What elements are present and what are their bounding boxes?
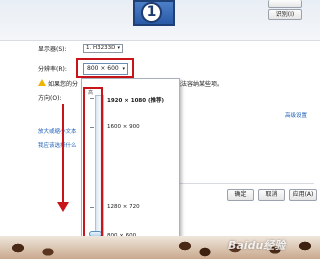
warning-text-continued: 无法容纳某些项。 [175, 81, 224, 88]
display-select-value: 1. H3233D [86, 45, 116, 51]
warning-icon [38, 79, 46, 86]
enlarge-text-link[interactable]: 放大或缩小文本 [38, 127, 77, 135]
resolution-option[interactable]: 1920 × 1080 (推荐) [107, 96, 164, 104]
ok-button[interactable]: 确定 [227, 189, 254, 201]
resolution-option[interactable]: 1600 × 900 [107, 124, 140, 130]
annotation-arrow-line [62, 104, 64, 204]
slider-annotation-box [83, 87, 103, 257]
display-label: 显示器(S): [38, 46, 67, 53]
chevron-down-icon: ▾ [117, 45, 120, 51]
resolution-annotation-box [76, 58, 134, 78]
apply-button[interactable]: 应用(A) [289, 189, 317, 201]
annotation-arrow-head [57, 202, 69, 212]
orientation-label: 方向(O): [38, 95, 62, 102]
resolution-option[interactable]: 1280 × 720 [107, 204, 140, 210]
cancel-button[interactable]: 取消 [258, 189, 285, 201]
identify-button[interactable]: 识别(I) [268, 9, 302, 20]
divider [174, 183, 314, 184]
display-select[interactable]: 1. H3233D ▾ [83, 44, 123, 53]
which-settings-link[interactable]: 我应该选择什么 [38, 141, 77, 149]
watermark: Baidu经验 [228, 239, 286, 252]
resolution-label: 分辨率(R): [38, 66, 67, 73]
warning-text: 如果您的分 [48, 81, 79, 88]
advanced-settings-link[interactable]: 高级设置 [285, 111, 307, 119]
monitor-number-badge: 1 [141, 2, 162, 23]
detect-button[interactable] [268, 0, 302, 8]
